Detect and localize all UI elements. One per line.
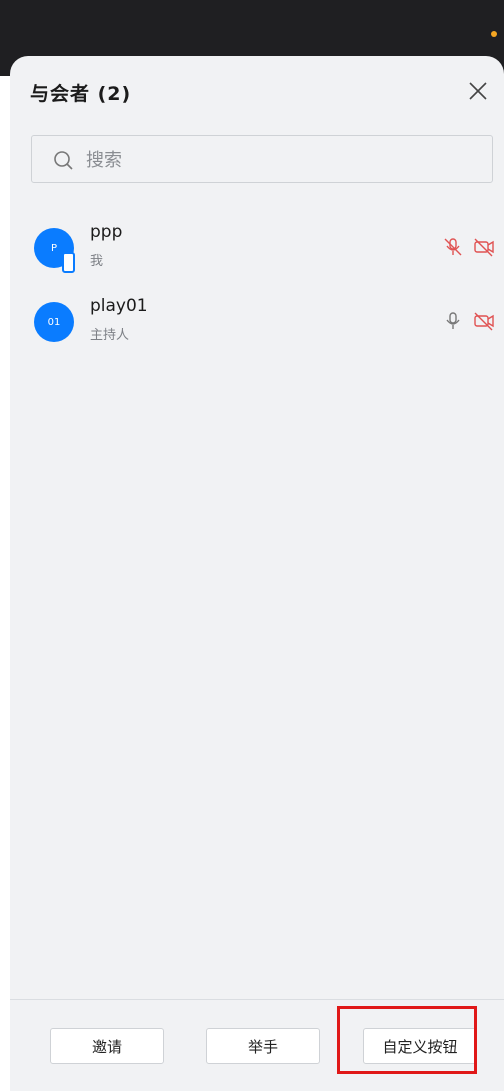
participant-row-ppp[interactable]: P ppp 我: [10, 218, 504, 280]
search-box[interactable]: [31, 135, 493, 183]
close-button[interactable]: [465, 78, 491, 104]
mobile-device-icon: [62, 252, 75, 273]
highlight-annotation-box: [337, 1006, 477, 1074]
avatar: 01: [34, 302, 74, 342]
search-icon: [54, 151, 73, 170]
camera-off-icon[interactable]: [472, 236, 496, 258]
mic-icon[interactable]: [442, 310, 464, 332]
raise-hand-button[interactable]: 举手: [206, 1028, 320, 1064]
invite-button[interactable]: 邀请: [50, 1028, 164, 1064]
camera-off-icon[interactable]: [472, 310, 496, 332]
participant-name: ppp: [90, 222, 123, 242]
panel-title: 与会者 (2): [30, 83, 132, 105]
participants-panel: 与会者 (2) P ppp 我: [10, 56, 504, 1091]
close-icon: [469, 82, 487, 100]
mic-muted-icon[interactable]: [442, 236, 464, 258]
search-input[interactable]: [84, 144, 478, 176]
participant-role: 主持人: [90, 328, 130, 343]
participant-role: 我: [90, 254, 104, 269]
participant-name: play01: [90, 296, 148, 316]
participant-row-play01[interactable]: 01 play01 主持人: [10, 292, 504, 354]
status-indicator-dot: [491, 31, 497, 37]
panel-header: 与会者 (2): [10, 56, 504, 126]
